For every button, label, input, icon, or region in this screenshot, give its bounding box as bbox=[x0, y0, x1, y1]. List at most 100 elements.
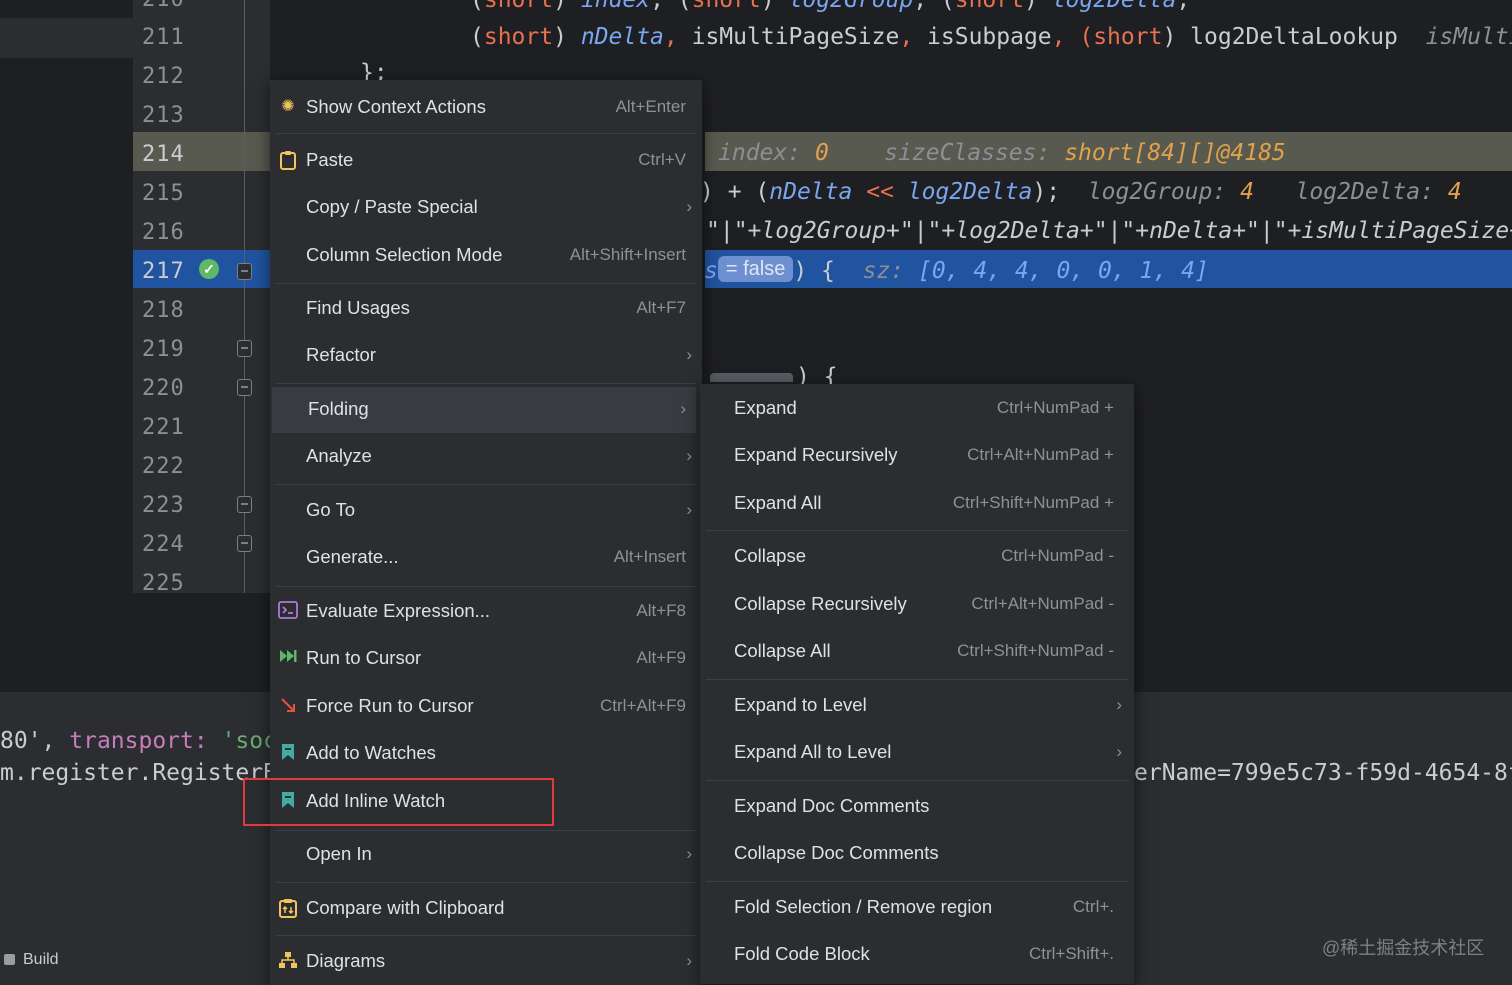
submenu-item-fold-selection[interactable]: Fold Selection / Remove region Ctrl+. bbox=[700, 885, 1134, 931]
menu-item-shortcut: Ctrl+Shift+NumPad - bbox=[957, 641, 1114, 660]
menu-item-label: Copy / Paste Special bbox=[306, 196, 478, 217]
menu-item-evaluate-expression[interactable]: Evaluate Expression... Alt+F8 bbox=[270, 589, 702, 635]
menu-item-shortcut: Ctrl+Alt+F9 bbox=[600, 696, 686, 715]
menu-item-copy-paste-special[interactable]: Copy / Paste Special › bbox=[270, 185, 702, 231]
menu-item-label: Open In bbox=[306, 843, 372, 864]
code-line-215: ) + (nDelta << log2Delta); log2Group: 4 … bbox=[700, 179, 1462, 205]
build-icon bbox=[4, 954, 15, 965]
line-number: 222 bbox=[142, 454, 185, 479]
menu-item-label: Refactor bbox=[306, 344, 376, 365]
menu-item-paste[interactable]: Paste Ctrl+V bbox=[270, 138, 702, 184]
submenu-item-collapse-all[interactable]: Collapse All Ctrl+Shift+NumPad - bbox=[700, 629, 1134, 675]
menu-item-shortcut: Alt+F8 bbox=[636, 601, 686, 620]
fold-marker-icon[interactable] bbox=[237, 379, 252, 396]
submenu-item-expand-all-to-level[interactable]: Expand All to Level › bbox=[700, 730, 1134, 776]
menu-item-go-to[interactable]: Go To › bbox=[270, 488, 702, 534]
submenu-item-expand-all[interactable]: Expand All Ctrl+Shift+NumPad + bbox=[700, 481, 1134, 527]
chevron-right-icon: › bbox=[1116, 742, 1122, 761]
line-number: 218 bbox=[142, 298, 185, 323]
menu-item-shortcut: Ctrl+NumPad + bbox=[996, 398, 1114, 417]
diagram-icon bbox=[278, 951, 298, 971]
lightbulb-icon: ✺ bbox=[281, 98, 295, 115]
chevron-right-icon: › bbox=[686, 446, 692, 465]
menu-item-shortcut: Alt+Enter bbox=[615, 97, 686, 116]
menu-item-shortcut: Alt+Shift+Insert bbox=[569, 245, 686, 264]
build-tab-label: Build bbox=[23, 951, 59, 968]
submenu-item-expand-to-level[interactable]: Expand to Level › bbox=[700, 683, 1134, 729]
menu-item-compare-with-clipboard[interactable]: Compare with Clipboard bbox=[270, 886, 702, 932]
console-line-1: 80', transport: 'soc bbox=[0, 728, 277, 754]
line-number: 221 bbox=[142, 415, 185, 440]
compare-icon bbox=[278, 898, 298, 918]
menu-item-label: Diagrams bbox=[306, 950, 386, 971]
menu-item-run-to-cursor[interactable]: Run to Cursor Alt+F9 bbox=[270, 636, 702, 682]
force-run-icon bbox=[278, 696, 298, 716]
menu-item-show-context-actions[interactable]: ✺ Show Context Actions Alt+Enter bbox=[270, 85, 702, 131]
watch-icon bbox=[278, 743, 298, 763]
menu-item-label: Expand to Level bbox=[734, 694, 867, 715]
line-number: 224 bbox=[142, 532, 185, 557]
line-number: 216 bbox=[142, 220, 185, 245]
menu-item-label: Paste bbox=[306, 149, 354, 170]
menu-item-shortcut: Alt+F7 bbox=[636, 298, 686, 317]
folded-code-chip[interactable] bbox=[710, 373, 793, 382]
submenu-item-expand[interactable]: Expand Ctrl+NumPad + bbox=[700, 386, 1134, 432]
menu-item-open-in[interactable]: Open In › bbox=[270, 832, 702, 878]
fold-marker-icon[interactable] bbox=[237, 263, 252, 280]
submenu-item-collapse-recursively[interactable]: Collapse Recursively Ctrl+Alt+NumPad - bbox=[700, 582, 1134, 628]
menu-item-label: Fold Code Block bbox=[734, 943, 870, 964]
menu-item-label: Column Selection Mode bbox=[306, 244, 503, 265]
menu-item-label: Force Run to Cursor bbox=[306, 695, 474, 716]
line-number: 219 bbox=[142, 337, 185, 362]
line-number: 214 bbox=[142, 142, 185, 167]
menu-item-column-selection-mode[interactable]: Column Selection Mode Alt+Shift+Insert bbox=[270, 233, 702, 279]
menu-item-shortcut: Ctrl+Shift+. bbox=[1028, 944, 1114, 963]
folding-submenu: Expand Ctrl+NumPad + Expand Recursively … bbox=[700, 384, 1134, 984]
line-number: 215 bbox=[142, 181, 185, 206]
editor-left-strip bbox=[0, 0, 133, 593]
menu-item-diagrams[interactable]: Diagrams › bbox=[270, 939, 702, 985]
fold-marker-icon[interactable] bbox=[237, 535, 252, 552]
chevron-right-icon: › bbox=[686, 951, 692, 970]
menu-item-add-to-watches[interactable]: Add to Watches bbox=[270, 731, 702, 777]
menu-item-generate[interactable]: Generate... Alt+Insert bbox=[270, 535, 702, 581]
submenu-item-expand-doc-comments[interactable]: Expand Doc Comments bbox=[700, 784, 1134, 830]
menu-item-label: Show Context Actions bbox=[306, 96, 486, 117]
menu-item-refactor[interactable]: Refactor › bbox=[270, 333, 702, 379]
line-number: 225 bbox=[142, 571, 185, 593]
build-tool-tab[interactable]: Build bbox=[0, 951, 59, 969]
menu-item-shortcut: Ctrl+Alt+NumPad - bbox=[971, 594, 1114, 613]
menu-item-label: Folding bbox=[308, 398, 369, 419]
chevron-right-icon: › bbox=[686, 197, 692, 216]
console-line-2: m.register.RegisterB bbox=[0, 760, 277, 786]
menu-item-label: Compare with Clipboard bbox=[306, 897, 505, 918]
menu-item-label: Expand Doc Comments bbox=[734, 795, 930, 816]
chevron-right-icon: › bbox=[686, 500, 692, 519]
submenu-item-expand-recursively[interactable]: Expand Recursively Ctrl+Alt+NumPad + bbox=[700, 433, 1134, 479]
submenu-item-fold-code-block[interactable]: Fold Code Block Ctrl+Shift+. bbox=[700, 932, 1134, 978]
line-number: 210 bbox=[142, 0, 185, 12]
menu-item-shortcut: Ctrl+. bbox=[1072, 897, 1114, 916]
menu-item-folding[interactable]: Folding › bbox=[272, 387, 696, 433]
menu-item-label: Fold Selection / Remove region bbox=[734, 896, 993, 917]
menu-item-analyze[interactable]: Analyze › bbox=[270, 434, 702, 480]
submenu-item-collapse-doc-comments[interactable]: Collapse Doc Comments bbox=[700, 831, 1134, 877]
menu-item-label: Collapse Doc Comments bbox=[734, 842, 939, 863]
inline-value-chip[interactable]: = false bbox=[717, 256, 794, 282]
evaluate-icon bbox=[278, 601, 298, 621]
fold-marker-icon[interactable] bbox=[237, 340, 252, 357]
menu-item-label: Collapse All bbox=[734, 640, 831, 661]
submenu-item-collapse[interactable]: Collapse Ctrl+NumPad - bbox=[700, 534, 1134, 580]
menu-item-shortcut: Alt+Insert bbox=[613, 547, 686, 566]
run-to-cursor-icon bbox=[278, 648, 298, 668]
menu-item-label: Find Usages bbox=[306, 297, 410, 318]
fold-marker-icon[interactable] bbox=[237, 496, 252, 513]
red-highlight-box bbox=[243, 778, 554, 826]
menu-item-force-run-to-cursor[interactable]: Force Run to Cursor Ctrl+Alt+F9 bbox=[270, 684, 702, 730]
line-number: 212 bbox=[142, 64, 185, 89]
menu-item-shortcut: Alt+F9 bbox=[636, 648, 686, 667]
menu-item-find-usages[interactable]: Find Usages Alt+F7 bbox=[270, 286, 702, 332]
chevron-right-icon: › bbox=[1116, 695, 1122, 714]
breakpoint-check-icon[interactable]: ✓ bbox=[199, 259, 219, 279]
menu-item-label: Collapse bbox=[734, 545, 806, 566]
